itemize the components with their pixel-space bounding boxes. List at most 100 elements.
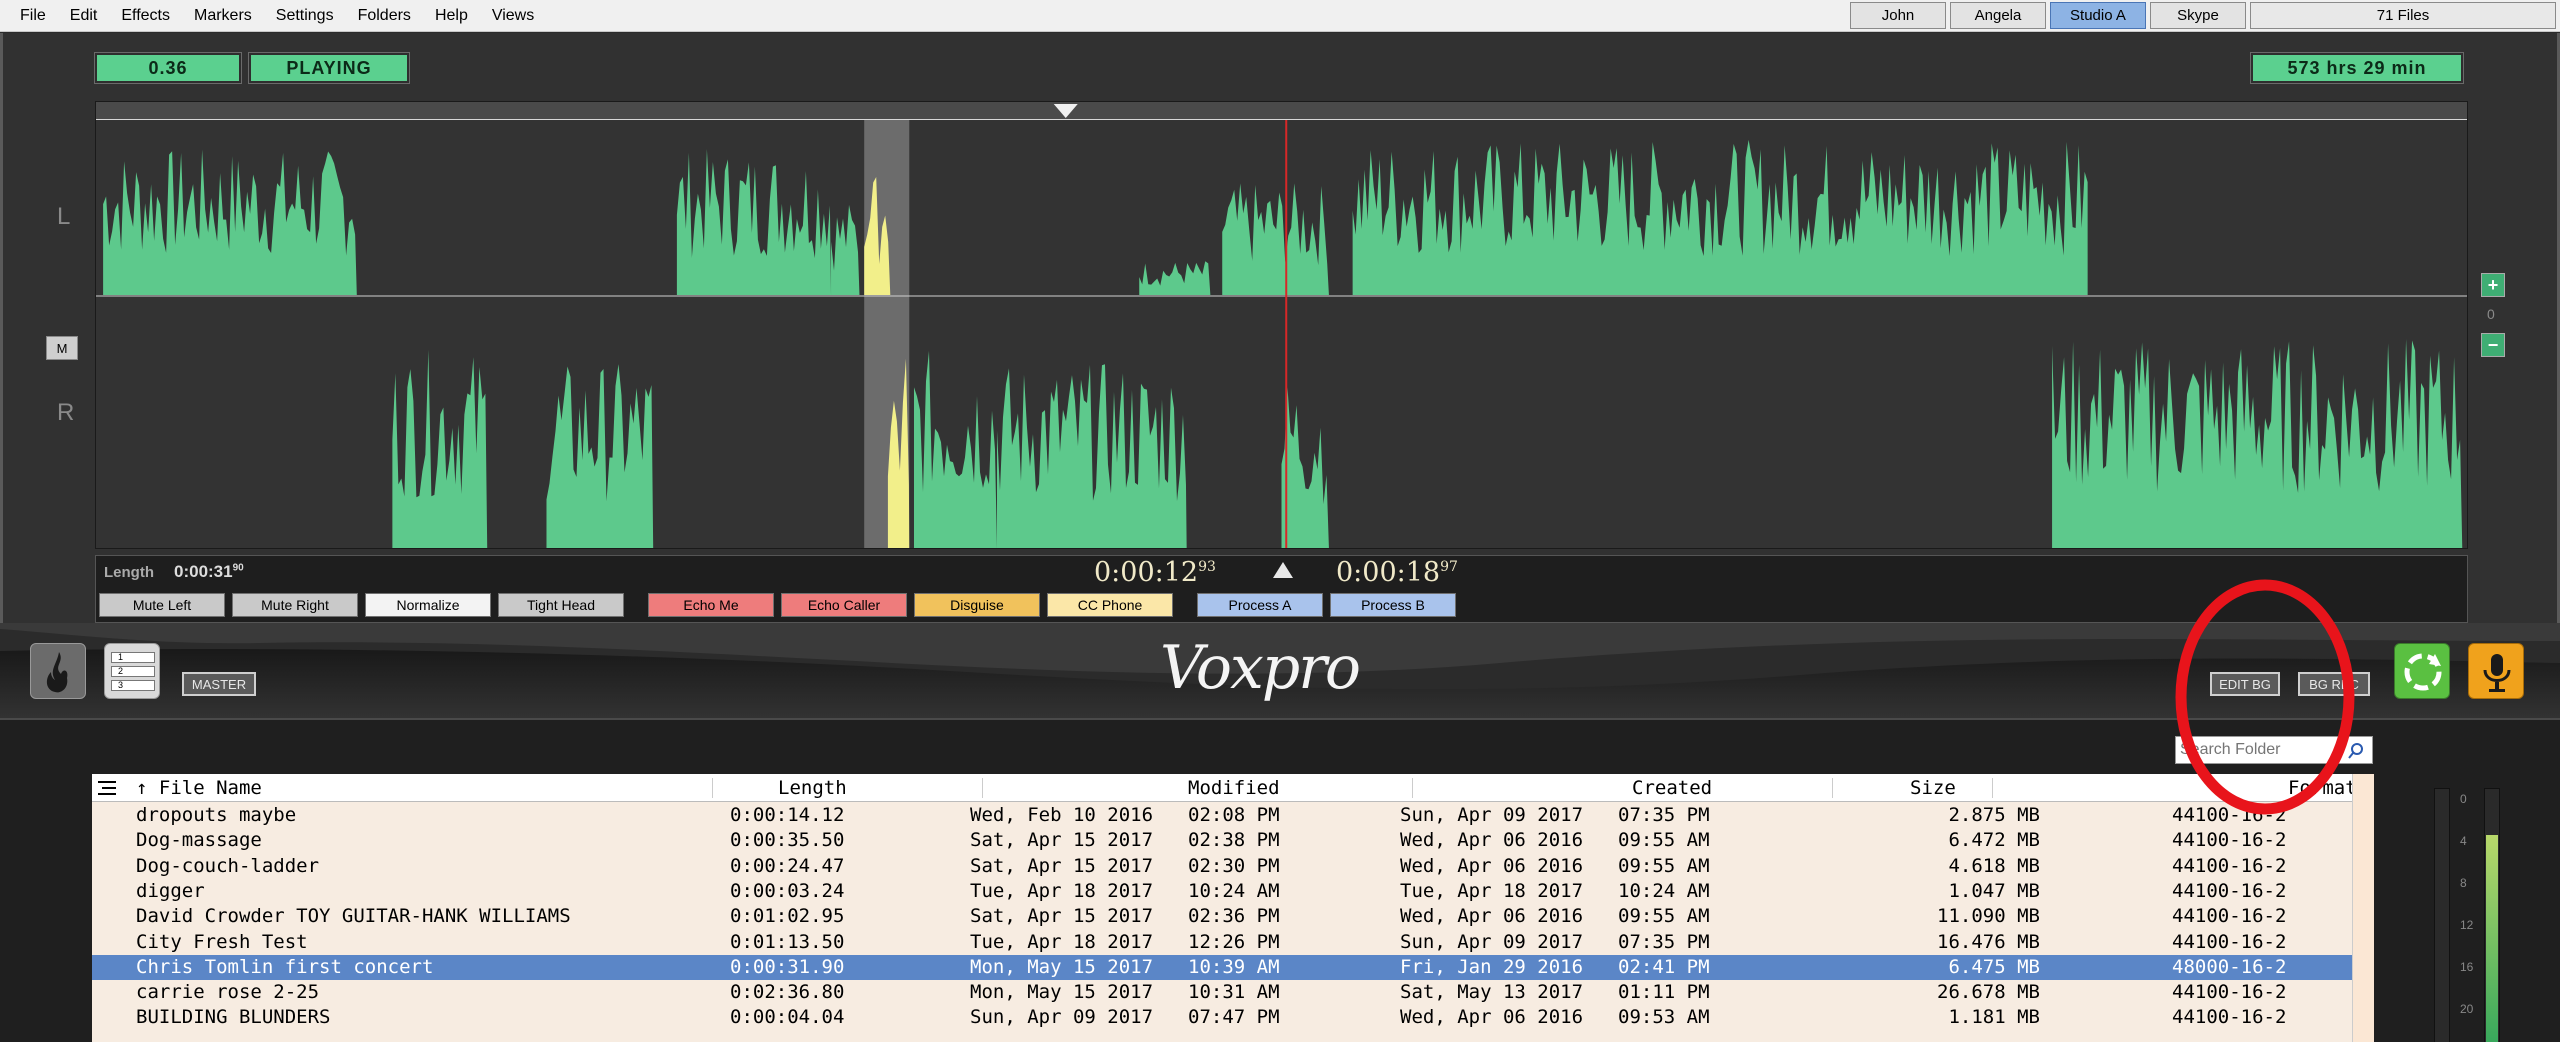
waveform-segment: [1281, 387, 1329, 548]
column-file-name[interactable]: ↑ File Name: [136, 774, 262, 802]
menu-file[interactable]: File: [8, 0, 58, 32]
cell-modified-date: Tue, Apr 18 2017: [970, 930, 1154, 953]
meter-tick: 20: [2460, 1002, 2474, 1016]
mono-button[interactable]: M: [46, 336, 78, 360]
cell-size: 6.472 MB: [1948, 829, 2040, 852]
column-length[interactable]: Length: [778, 774, 847, 802]
table-row[interactable]: Dog-couch-ladder 0:00:24.47 Sat, Apr 15 20…: [92, 854, 2352, 879]
cell-length: 0:00:35.50: [730, 829, 845, 852]
left-channel-label: L: [57, 203, 71, 230]
cell-modified-date: Mon, May 15 2017: [970, 955, 1154, 978]
cell-length: 0:01:02.95: [730, 905, 845, 928]
cell-format: 48000-16-2: [2172, 955, 2287, 978]
table-header: ↑ File Name Length Modified Created Size…: [92, 774, 2357, 802]
table-row[interactable]: dropouts maybe 0:00:14.12 Wed, Feb 10 2016…: [92, 803, 2352, 828]
cell-created-date: Sun, Apr 09 2017: [1400, 804, 1584, 826]
cell-length: 0:00:24.47: [730, 854, 845, 877]
echo-me-button[interactable]: Echo Me: [648, 593, 774, 617]
user-tabs: John Angela Studio A Skype: [1850, 2, 2246, 30]
cell-size: 16.476 MB: [1937, 930, 2040, 953]
cell-format: 44100-16-2: [2172, 930, 2287, 953]
user-tab-studio-a[interactable]: Studio A: [2050, 2, 2146, 29]
cell-file-name: BUILDING BLUNDERS: [136, 1006, 331, 1029]
table-row[interactable]: Dog-massage 0:00:35.50 Sat, Apr 15 2017 02:…: [92, 828, 2352, 853]
waveform-segment: [1352, 139, 2088, 295]
user-tab-john[interactable]: John: [1850, 2, 1946, 29]
cell-modified-time: 02:30 PM: [1188, 854, 1280, 877]
cell-modified-time: 10:39 AM: [1188, 955, 1280, 978]
column-menu-icon[interactable]: [98, 780, 116, 796]
recycle-icon[interactable]: [2394, 643, 2450, 699]
file-table: ↑ File Name Length Modified Created Size…: [92, 774, 2357, 1042]
cell-created-date: Sun, Apr 09 2017: [1400, 930, 1584, 953]
zoom-out-button[interactable]: −: [2481, 333, 2505, 357]
menu-folders[interactable]: Folders: [346, 0, 423, 32]
menu-markers[interactable]: Markers: [182, 0, 264, 32]
tight-head-button[interactable]: Tight Head: [498, 593, 624, 617]
cc-phone-button[interactable]: CC Phone: [1047, 593, 1173, 617]
menu-edit[interactable]: Edit: [58, 0, 110, 32]
editor-panel: 0.36 PLAYING 573 hrs 29 min L R M + 0 − …: [0, 33, 2560, 623]
waveform-segment: [1139, 261, 1211, 295]
meter-tick: 0: [2460, 792, 2467, 806]
cell-size: 2.875 MB: [1948, 804, 2040, 826]
table-row[interactable]: City Fresh Test 0:01:13.50 Tue, Apr 18 201…: [92, 930, 2352, 955]
cell-created-time: 01:11 PM: [1618, 981, 1710, 1004]
cell-modified-time: 02:36 PM: [1188, 905, 1280, 928]
cell-size: 26.678 MB: [1937, 981, 2040, 1004]
waveform-segment: [2052, 339, 2463, 548]
menu-views[interactable]: Views: [480, 0, 546, 32]
cell-size: 11.090 MB: [1937, 905, 2040, 928]
right-channel-label: R: [57, 399, 75, 426]
column-modified[interactable]: Modified: [1188, 774, 1280, 802]
cell-file-name: Dog-massage: [136, 829, 262, 852]
table-scrollbar[interactable]: [2352, 774, 2374, 1042]
cell-file-name: digger: [136, 879, 205, 902]
file-count: 71 Files: [2250, 2, 2556, 29]
table-row[interactable]: Chris Tomlin first concert 0:00:31.90 Mon,…: [92, 954, 2352, 980]
user-tab-angela[interactable]: Angela: [1950, 2, 2046, 29]
cell-size: 1.181 MB: [1948, 1006, 2040, 1029]
table-row[interactable]: digger 0:00:03.24 Tue, Apr 18 2017 10:24 AM…: [92, 879, 2352, 904]
cell-length: 0:02:36.80: [730, 981, 845, 1004]
waveform-segment: [392, 349, 488, 548]
normalize-button[interactable]: Normalize: [365, 593, 491, 617]
cell-modified-date: Wed, Feb 10 2016: [970, 804, 1154, 826]
cell-file-name: carrie rose 2-25: [136, 981, 320, 1004]
playback-state: PLAYING: [248, 52, 410, 84]
playlist-icon[interactable]: 1 2 3: [104, 643, 160, 699]
table-row[interactable]: David Crowder TOY GUITAR-HANK WILLIAMS 0:…: [92, 904, 2352, 929]
process-a-button[interactable]: Process A: [1197, 593, 1323, 617]
cell-created-time: 09:55 AM: [1618, 854, 1710, 877]
echo-caller-button[interactable]: Echo Caller: [781, 593, 907, 617]
column-size[interactable]: Size: [1910, 774, 1956, 802]
cell-created-time: 07:35 PM: [1618, 804, 1710, 826]
table-row[interactable]: carrie rose 2-25 0:02:36.80 Mon, May 15 20…: [92, 980, 2352, 1005]
menu-effects[interactable]: Effects: [109, 0, 182, 32]
cell-created-time: 10:24 AM: [1618, 879, 1710, 902]
flame-icon[interactable]: [30, 643, 86, 699]
cell-modified-date: Sat, Apr 15 2017: [970, 854, 1154, 877]
column-created[interactable]: Created: [1632, 774, 1712, 802]
cursor-marker-icon[interactable]: [1272, 561, 1294, 579]
waveform-display[interactable]: [95, 101, 2468, 549]
table-row[interactable]: BUILDING BLUNDERS 0:00:04.04 Sun, Apr 09 2…: [92, 1005, 2352, 1030]
time-before-cursor: 0:00:1293: [1094, 557, 1216, 588]
master-button[interactable]: MASTER: [182, 672, 256, 696]
cell-length: 0:00:04.04: [730, 1006, 845, 1029]
mute-right-button[interactable]: Mute Right: [232, 593, 358, 617]
waveform-graph[interactable]: [96, 102, 2467, 548]
cell-size: 6.475 MB: [1948, 955, 2040, 978]
mute-left-button[interactable]: Mute Left: [99, 593, 225, 617]
menu-settings[interactable]: Settings: [264, 0, 346, 32]
cell-modified-time: 02:38 PM: [1188, 829, 1280, 852]
voxpro-logo: Voxpro: [1160, 633, 1361, 703]
cell-file-name: Chris Tomlin first concert: [136, 955, 434, 978]
process-b-button[interactable]: Process B: [1330, 593, 1456, 617]
microphone-icon[interactable]: [2468, 643, 2524, 699]
zoom-in-button[interactable]: +: [2481, 273, 2505, 297]
user-tab-skype[interactable]: Skype: [2150, 2, 2246, 29]
disguise-button[interactable]: Disguise: [914, 593, 1040, 617]
waveform-segment: [831, 204, 860, 295]
menu-help[interactable]: Help: [423, 0, 480, 32]
